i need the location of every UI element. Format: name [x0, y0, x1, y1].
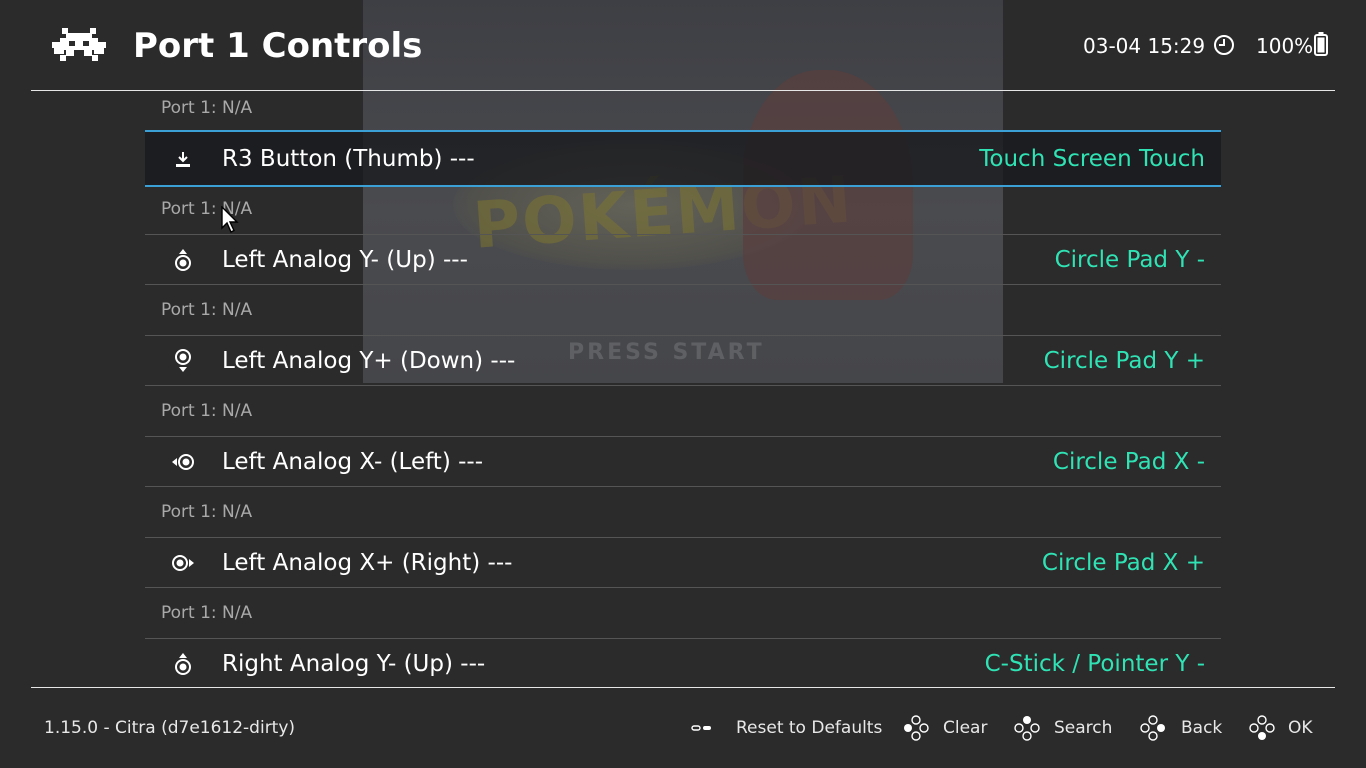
list-item-value: Touch Screen Touch — [979, 146, 1205, 172]
battery-percent: 100% — [1256, 34, 1314, 58]
list-item-label: R3 Button (Thumb) --- — [222, 146, 475, 172]
list-item-label: Right Analog Y- (Up) --- — [222, 651, 486, 677]
list-item-sublabel: Port 1: N/A — [161, 502, 253, 522]
list-item-left-analog-x-minus[interactable]: Left Analog X- (Left) --- Circle Pad X - — [145, 436, 1221, 487]
left-stick-down-icon — [175, 349, 191, 372]
list-item-value: C-Stick / Pointer Y - — [984, 651, 1205, 677]
ok-button[interactable]: OK — [1288, 717, 1313, 739]
list-item-r3-button[interactable]: R3 Button (Thumb) --- Touch Screen Touch — [145, 130, 1221, 187]
list-item-value: Circle Pad Y - — [1054, 247, 1205, 273]
list-item-value: Circle Pad X - — [1052, 449, 1205, 475]
select-button-icon — [691, 725, 711, 731]
retroarch-invader-icon — [52, 28, 106, 61]
clear-button[interactable]: Clear — [943, 717, 987, 739]
list-item-sublabel: Port 1: N/A — [161, 401, 253, 421]
search-button[interactable]: Search — [1054, 717, 1112, 739]
list-item-sublabel: Port 1: N/A — [161, 603, 253, 623]
left-stick-right-icon — [172, 555, 194, 571]
back-button[interactable]: Back — [1181, 717, 1222, 739]
r3-button-icon — [176, 152, 190, 167]
list-item-sublabel: Port 1: N/A — [161, 300, 253, 320]
dpad-east-button-icon — [1140, 715, 1165, 741]
list-item-left-analog-y-plus[interactable]: Left Analog Y+ (Down) --- Circle Pad Y + — [145, 335, 1221, 386]
page-title: Port 1 Controls — [133, 26, 423, 66]
list-item-right-analog-y-minus[interactable]: Right Analog Y- (Up) --- C-Stick / Point… — [145, 638, 1221, 687]
list-item-value: Circle Pad X + — [1041, 550, 1205, 576]
list-item-label: Left Analog X+ (Right) --- — [222, 550, 513, 576]
clock-text: 03-04 15:29 — [1083, 34, 1206, 58]
mouse-cursor-icon — [221, 206, 239, 233]
footer-divider — [31, 687, 1335, 688]
dpad-west-button-icon — [904, 715, 929, 741]
list-item-label: Left Analog Y- (Up) --- — [222, 247, 468, 273]
list-item-label: Left Analog X- (Left) --- — [222, 449, 484, 475]
list-item-value: Circle Pad Y + — [1043, 348, 1205, 374]
dpad-south-button-icon — [1249, 715, 1275, 740]
dpad-north-button-icon — [1014, 716, 1040, 741]
controls-list: Port 1: N/A R3 Button (Thumb) --- Touch … — [145, 91, 1221, 687]
battery-icon — [1314, 32, 1328, 56]
list-item-sublabel: Port 1: N/A — [161, 98, 253, 118]
right-stick-up-icon — [175, 653, 191, 675]
left-stick-left-icon — [172, 454, 194, 470]
list-item-left-analog-y-minus[interactable]: Left Analog Y- (Up) --- Circle Pad Y - — [145, 234, 1221, 285]
left-stick-up-icon — [175, 249, 191, 271]
list-item-left-analog-x-plus[interactable]: Left Analog X+ (Right) --- Circle Pad X … — [145, 537, 1221, 588]
list-item-label: Left Analog Y+ (Down) --- — [222, 348, 516, 374]
version-text: 1.15.0 - Citra (d7e1612-dirty) — [44, 718, 296, 738]
reset-to-defaults-button[interactable]: Reset to Defaults — [736, 717, 882, 739]
clock-icon — [1214, 35, 1234, 55]
header: Port 1 Controls 03-04 15:29 100% — [0, 0, 1366, 90]
